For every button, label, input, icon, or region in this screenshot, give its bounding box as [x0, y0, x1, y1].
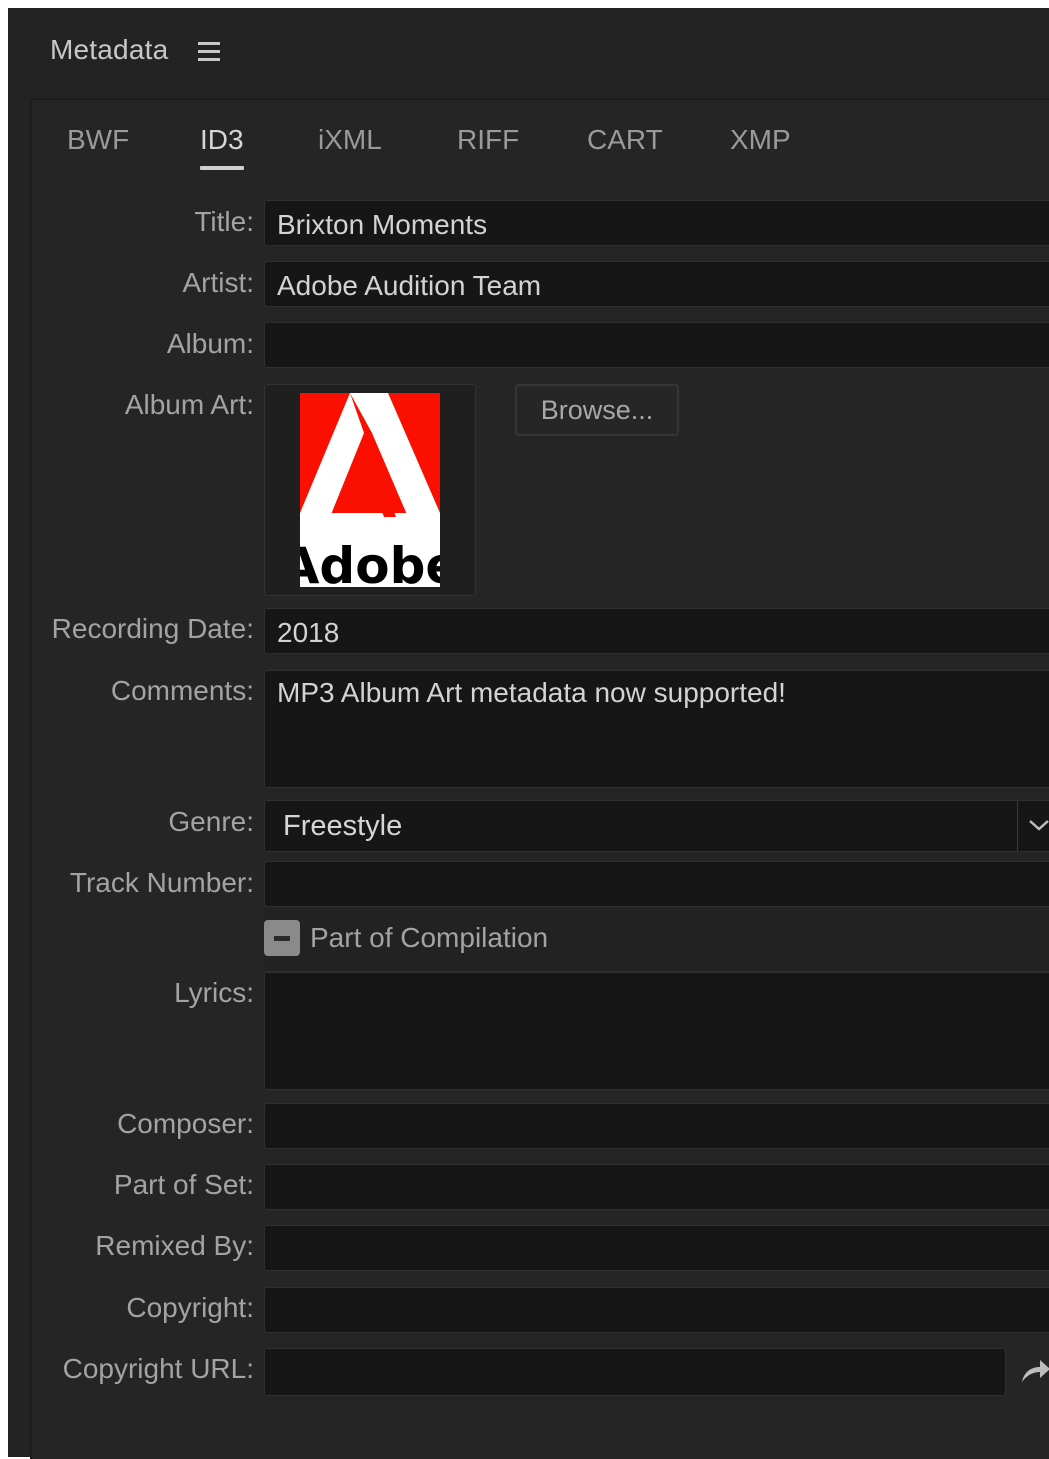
- adobe-logo-image: Adobe: [300, 393, 440, 587]
- tab-bar: BWF ID3 iXML RIFF CART XMP: [32, 100, 1049, 180]
- tab-riff[interactable]: RIFF: [457, 124, 519, 156]
- comments-field[interactable]: MP3 Album Art metadata now supported!: [264, 670, 1049, 788]
- part-of-set-field[interactable]: [264, 1164, 1049, 1210]
- genre-dropdown[interactable]: Freestyle: [264, 800, 1049, 852]
- album-art-label: Album Art:: [124, 389, 254, 420]
- hamburger-menu-icon[interactable]: [198, 40, 222, 62]
- copyright-field[interactable]: [264, 1287, 1049, 1333]
- adobe-logo-text: Adobe: [300, 537, 440, 587]
- composer-field[interactable]: [264, 1103, 1049, 1149]
- copyright-url-label: Copyright URL:: [62, 1353, 254, 1384]
- remixed-by-label: Remixed By:: [95, 1230, 254, 1261]
- compilation-checkbox[interactable]: [264, 920, 300, 956]
- metadata-panel: Metadata BWF ID3 iXML RIFF CART XMP Titl…: [8, 8, 1049, 1459]
- lyrics-label: Lyrics:: [174, 977, 254, 1008]
- comments-label: Comments:: [110, 675, 254, 706]
- tab-bwf[interactable]: BWF: [67, 124, 129, 156]
- part-of-set-label: Part of Set:: [113, 1169, 254, 1200]
- title-field[interactable]: Brixton Moments: [264, 200, 1049, 246]
- tab-ixml[interactable]: iXML: [318, 124, 382, 156]
- compilation-row: Part of Compilation: [264, 908, 1049, 972]
- compilation-label: Part of Compilation: [310, 922, 549, 953]
- title-label: Title:: [194, 206, 254, 237]
- remixed-by-field[interactable]: [264, 1225, 1049, 1271]
- genre-value: Freestyle: [283, 810, 403, 842]
- chevron-down-icon: [1029, 820, 1049, 831]
- browse-button[interactable]: Browse...: [515, 384, 679, 436]
- track-number-label: Track Number:: [69, 867, 254, 898]
- recording-date-label: Recording Date:: [51, 613, 254, 644]
- track-number-field[interactable]: [264, 861, 1049, 907]
- lyrics-field[interactable]: [264, 972, 1049, 1090]
- tab-id3-label: ID3: [200, 124, 244, 155]
- panel-title: Metadata: [50, 34, 169, 65]
- artist-label: Artist:: [182, 267, 254, 298]
- copyright-url-field[interactable]: [264, 1348, 1006, 1396]
- album-field[interactable]: [264, 322, 1049, 368]
- tab-cart[interactable]: CART: [587, 124, 663, 156]
- recording-date-field[interactable]: 2018: [264, 608, 1049, 654]
- active-tab-indicator: [200, 166, 244, 170]
- tab-xmp[interactable]: XMP: [730, 124, 791, 156]
- copyright-label: Copyright:: [126, 1292, 254, 1323]
- tab-id3[interactable]: ID3: [200, 124, 244, 170]
- metadata-content: BWF ID3 iXML RIFF CART XMP Title: Brixto…: [30, 98, 1049, 1459]
- artist-field[interactable]: Adobe Audition Team: [264, 261, 1049, 307]
- dropdown-divider: [1017, 801, 1018, 851]
- share-arrow-icon[interactable]: [1018, 1354, 1049, 1388]
- genre-label: Genre:: [168, 806, 254, 837]
- composer-label: Composer:: [117, 1108, 254, 1139]
- indeterminate-dash-icon: [274, 936, 290, 941]
- album-label: Album:: [166, 328, 254, 359]
- album-art-well[interactable]: Adobe: [264, 384, 476, 596]
- panel-header: Metadata: [8, 8, 1049, 96]
